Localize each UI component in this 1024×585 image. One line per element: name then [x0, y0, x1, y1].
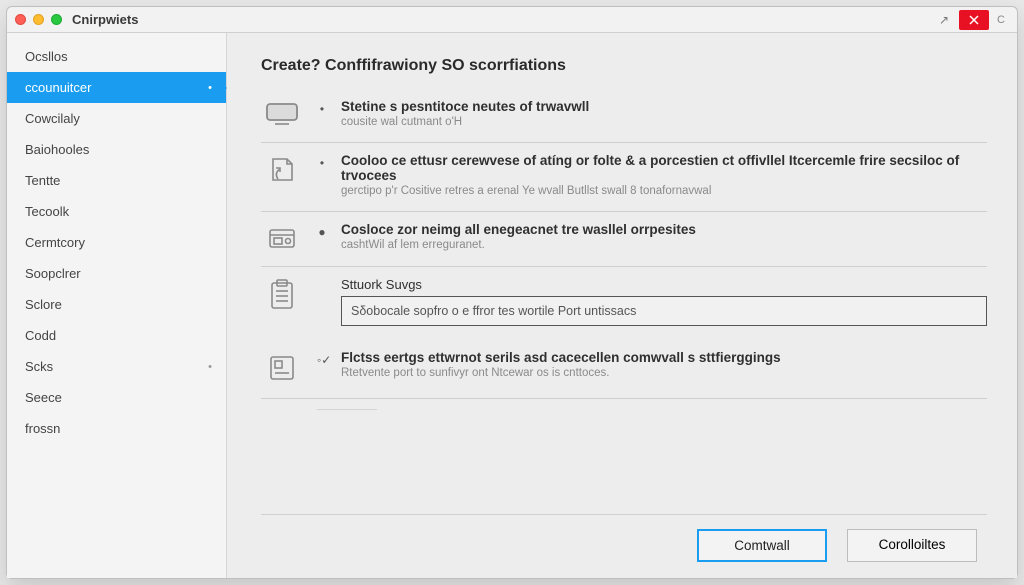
- clipboard-icon: [267, 279, 297, 311]
- row-heading: Stetine s pesntitoce neutes of trwavwll: [341, 99, 987, 114]
- sidebar-item-3[interactable]: Baiohooles: [7, 134, 226, 165]
- sidebar-item-label: Sclore: [25, 297, 62, 312]
- row-heading: Flctss eertgs ettwrnot serils asd cacece…: [341, 350, 987, 365]
- sidebar-item-9[interactable]: Codd: [7, 320, 226, 351]
- window-controls: [15, 14, 62, 25]
- close-traffic-light[interactable]: [15, 14, 26, 25]
- sidebar-item-0[interactable]: Ocsllos: [7, 41, 226, 72]
- sidebar-item-2[interactable]: Cowcilaly: [7, 103, 226, 134]
- close-button[interactable]: [959, 10, 989, 30]
- settings-row[interactable]: • Cooloo ce ettusr cerewvese of atíng or …: [261, 143, 987, 212]
- sidebar-item-label: Scks: [25, 359, 53, 374]
- row-bullet: ◦✓: [317, 350, 327, 367]
- footer: Comtwall Corolloiltes: [261, 514, 987, 578]
- sidebar-item-dot: •: [208, 82, 212, 94]
- settings-input[interactable]: [341, 296, 987, 326]
- sidebar-item-label: Tecoolk: [25, 204, 69, 219]
- sidebar-item-10[interactable]: Scks •: [7, 351, 226, 382]
- sidebar-item-label: Cowcilaly: [25, 111, 80, 126]
- row-heading: Cooloo ce ettusr cerewvese of atíng or f…: [341, 153, 987, 183]
- sidebar-item-label: Cermtcory: [25, 235, 85, 250]
- box-icon: [266, 224, 298, 252]
- sidebar-item-4[interactable]: Tentte: [7, 165, 226, 196]
- sidebar-item-label: Codd: [25, 328, 56, 343]
- zoom-traffic-light[interactable]: [51, 14, 62, 25]
- sidebar-item-label: Soopclrer: [25, 266, 81, 281]
- card-icon: [267, 352, 297, 384]
- minimize-traffic-light[interactable]: [33, 14, 44, 25]
- settings-row[interactable]: • Stetine s pesntitoce neutes of trwavwll…: [261, 89, 987, 143]
- row-heading: Cosloce zor neimg all enegeacnet tre was…: [341, 222, 987, 237]
- expand-arrow-icon[interactable]: ↗: [933, 11, 955, 29]
- sidebar-item-label: Baiohooles: [25, 142, 89, 157]
- input-label: Sttuork Suvgs: [341, 277, 987, 292]
- content-pane: Create? Conffifrawiony SO scorrfiations …: [227, 33, 1017, 578]
- divider: [317, 409, 377, 410]
- primary-button[interactable]: Comtwall: [697, 529, 827, 562]
- screen-icon: [265, 101, 299, 127]
- row-subtext: cashtWil af lem erreguranet.: [341, 239, 987, 251]
- close-icon: [969, 15, 979, 25]
- sidebar-item-8[interactable]: Sclore: [7, 289, 226, 320]
- secondary-button[interactable]: Corolloiltes: [847, 529, 977, 562]
- titlebar: Cnirpwiets ↗ C: [7, 7, 1017, 33]
- sidebar-item-label: Ocsllos: [25, 49, 68, 64]
- row-bullet: ●: [317, 222, 327, 239]
- sidebar-item-6[interactable]: Cermtcory: [7, 227, 226, 258]
- sidebar-item-11[interactable]: Seece: [7, 382, 226, 413]
- sidebar-item-label: Seece: [25, 390, 62, 405]
- row-bullet: •: [317, 99, 327, 116]
- window-title: Cnirpwiets: [72, 12, 138, 27]
- settings-row[interactable]: ● Cosloce zor neimg all enegeacnet tre wa…: [261, 212, 987, 267]
- sidebar-item-1[interactable]: ccounuitcer •: [7, 72, 226, 103]
- doc-arrow-icon: [267, 155, 297, 185]
- corner-tag: C: [993, 14, 1009, 26]
- sidebar-item-12[interactable]: frossn: [7, 413, 226, 444]
- sidebar-item-label: frossn: [25, 421, 60, 436]
- sidebar-item-dot: •: [208, 361, 212, 373]
- sidebar-item-label: Tentte: [25, 173, 60, 188]
- row-subtext: Rtetvente port to sunfivyr ont Ntcewar o…: [341, 367, 987, 379]
- row-bullet: •: [317, 153, 327, 170]
- row-subtext: gerctipo p'r Cositive retres a erenal Ye…: [341, 185, 987, 197]
- sidebar-item-5[interactable]: Tecoolk: [7, 196, 226, 227]
- settings-row[interactable]: ◦✓ Flctss eertgs ettwrnot serils asd cac…: [261, 340, 987, 399]
- settings-input-row: Sttuork Suvgs: [261, 267, 987, 340]
- sidebar: Ocsllos ccounuitcer • Cowcilaly Baiohooles Te…: [7, 33, 227, 578]
- page-title: Create? Conffifrawiony SO scorrfiations: [261, 57, 987, 75]
- sidebar-item-7[interactable]: Soopclrer: [7, 258, 226, 289]
- app-window: Cnirpwiets ↗ C Ocsllos ccounuitcer • Cowcil…: [6, 6, 1018, 579]
- row-subtext: cousite wal cutmant o'H: [341, 116, 987, 128]
- sidebar-item-label: ccounuitcer: [25, 80, 91, 95]
